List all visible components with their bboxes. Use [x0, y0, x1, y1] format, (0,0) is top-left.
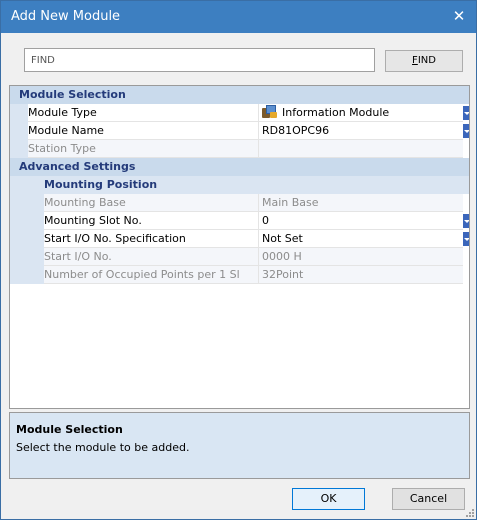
find-button-label: IND	[417, 55, 436, 66]
close-icon[interactable]: ✕	[450, 6, 468, 26]
row-gutter	[10, 194, 44, 212]
property-value-start-io-spec[interactable]: Not Set	[258, 230, 463, 248]
subcategory-label: Mounting Position	[44, 178, 158, 191]
category-label: Module Selection	[19, 88, 126, 101]
property-name: Start I/O No. Specification	[44, 230, 258, 248]
property-name: Mounting Base	[44, 194, 258, 212]
property-value-start-io: 0000 H	[258, 248, 463, 266]
chevron-down-icon[interactable]	[463, 232, 469, 246]
property-name: Start I/O No.	[44, 248, 258, 266]
module-icon	[262, 105, 277, 118]
ok-button[interactable]: OK	[292, 488, 365, 510]
property-grid: Module Selection Module Type Information…	[9, 85, 470, 409]
category-advanced-settings[interactable]: Advanced Settings	[10, 158, 469, 176]
cancel-button[interactable]: Cancel	[392, 488, 465, 510]
property-row-mounting-slot[interactable]: Mounting Slot No. 0	[10, 212, 469, 230]
row-gutter	[10, 140, 28, 158]
property-row-start-io: Start I/O No. 0000 H	[10, 248, 469, 266]
chevron-down-icon[interactable]	[463, 106, 469, 120]
property-value-occupied-points: 32Point	[258, 266, 463, 284]
chevron-down-icon[interactable]	[463, 214, 469, 228]
property-value-station-type	[258, 140, 463, 158]
search-input[interactable]	[24, 48, 375, 72]
property-name: Module Name	[28, 122, 258, 140]
row-gutter	[10, 230, 44, 248]
resize-grip-icon[interactable]	[466, 509, 474, 517]
module-type-value: Information Module	[282, 106, 390, 119]
title-bar: Add New Module ✕	[1, 1, 476, 33]
find-button[interactable]: FIND	[385, 50, 463, 72]
property-row-module-name[interactable]: Module Name RD81OPC96	[10, 122, 469, 140]
property-row-module-type[interactable]: Module Type Information Module	[10, 104, 469, 122]
description-text: Select the module to be added.	[16, 441, 190, 454]
property-name: Station Type	[28, 140, 258, 158]
property-value-mounting-base: Main Base	[258, 194, 463, 212]
row-gutter	[10, 248, 44, 266]
description-panel: Module Selection Select the module to be…	[9, 412, 470, 479]
add-new-module-dialog: Add New Module ✕ FIND Module Selection M…	[0, 0, 477, 520]
row-gutter	[10, 266, 44, 284]
description-title: Module Selection	[16, 423, 123, 436]
window-title: Add New Module	[11, 9, 121, 24]
property-row-station-type: Station Type	[10, 140, 469, 158]
category-label: Advanced Settings	[19, 160, 136, 173]
property-row-mounting-base: Mounting Base Main Base	[10, 194, 469, 212]
property-name: Module Type	[28, 104, 258, 122]
chevron-down-icon[interactable]	[463, 124, 469, 138]
property-row-start-io-spec[interactable]: Start I/O No. Specification Not Set	[10, 230, 469, 248]
property-value-module-type[interactable]: Information Module	[258, 104, 463, 122]
property-value-module-name[interactable]: RD81OPC96	[258, 122, 463, 140]
category-module-selection[interactable]: Module Selection	[10, 86, 469, 104]
row-gutter	[10, 104, 28, 122]
property-row-occupied-points: Number of Occupied Points per 1 Sl 32Poi…	[10, 266, 469, 284]
subcategory-mounting-position[interactable]: Mounting Position	[10, 176, 469, 194]
row-gutter	[10, 122, 28, 140]
property-name: Number of Occupied Points per 1 Sl	[44, 266, 258, 284]
row-gutter	[10, 212, 44, 230]
property-name: Mounting Slot No.	[44, 212, 258, 230]
property-value-mounting-slot[interactable]: 0	[258, 212, 463, 230]
